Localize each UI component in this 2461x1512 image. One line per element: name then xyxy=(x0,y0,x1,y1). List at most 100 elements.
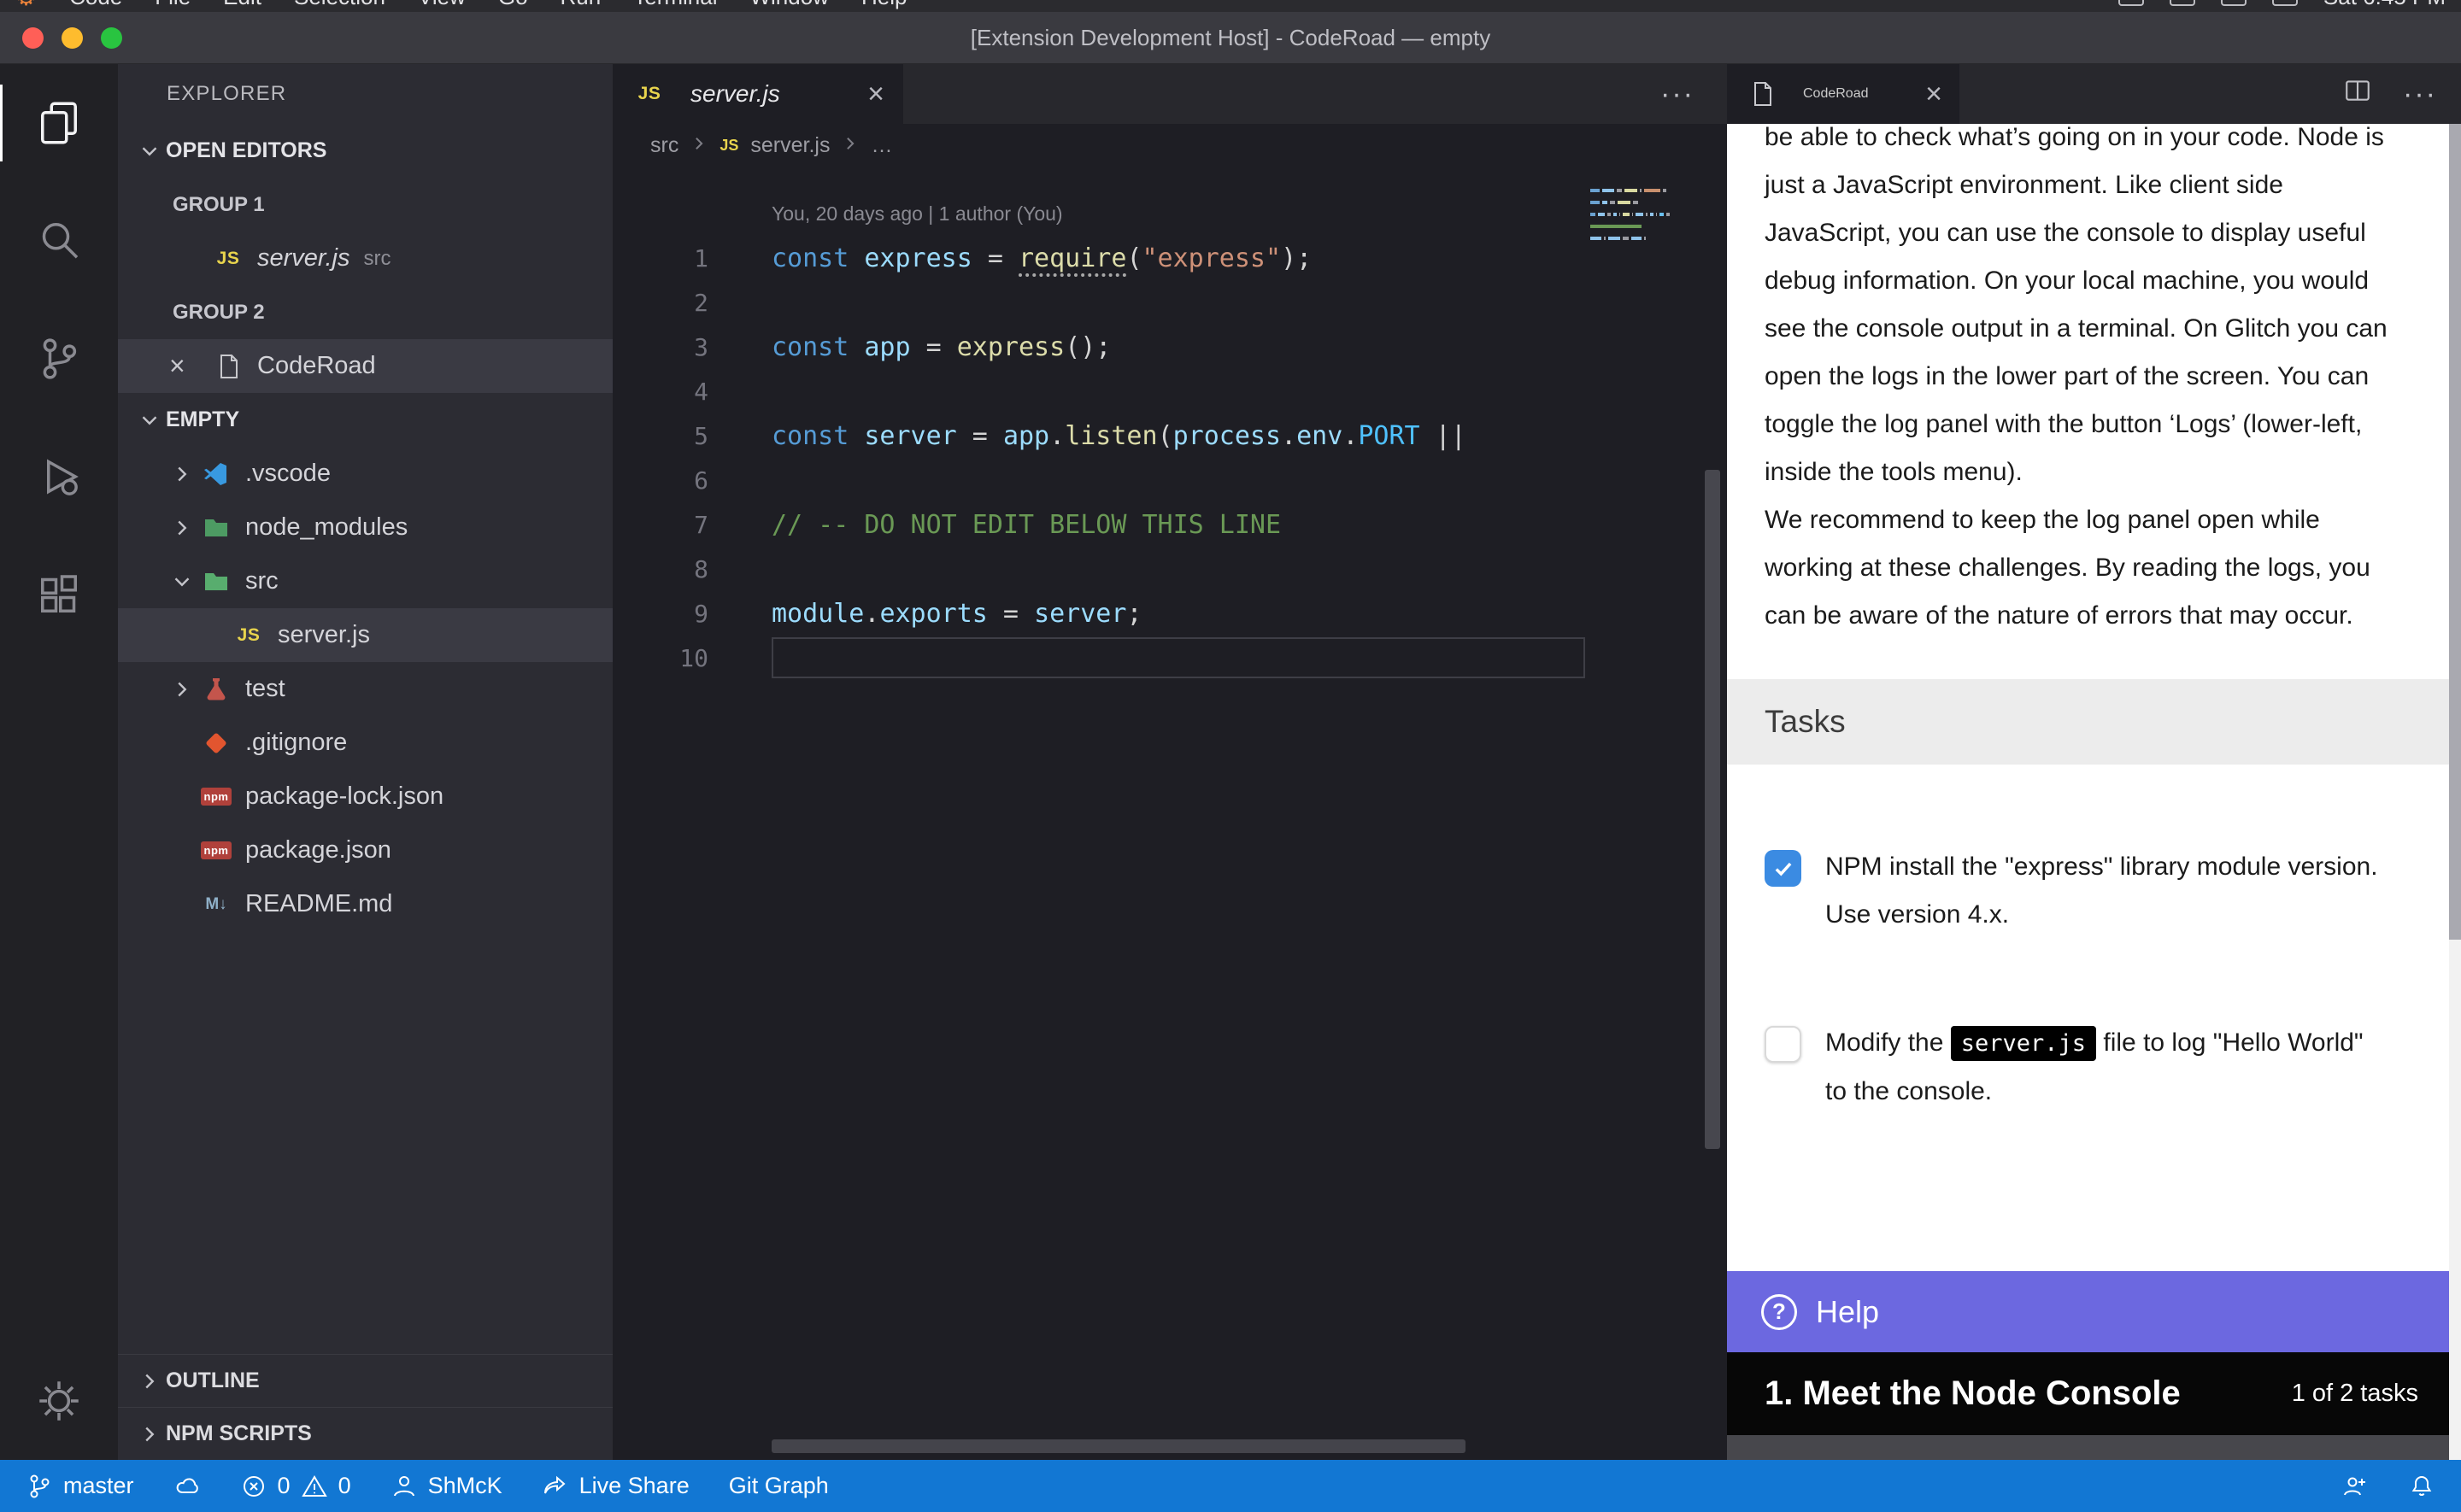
sidebar-item-test[interactable]: test xyxy=(118,662,613,716)
sidebar-item--vscode[interactable]: .vscode xyxy=(118,447,613,501)
menu-item-view[interactable]: View xyxy=(418,0,466,10)
menubar-clock[interactable]: Sat 6:45 PM xyxy=(2323,0,2446,10)
folder-node-icon xyxy=(198,510,234,546)
menu-item-run[interactable]: Run xyxy=(561,0,602,10)
help-button[interactable]: ? Help xyxy=(1727,1271,2449,1352)
lesson-title: 1. Meet the Node Console xyxy=(1765,1374,2181,1413)
sidebar-section-npm-scripts[interactable]: NPM SCRIPTS xyxy=(118,1407,613,1460)
sync-changes-button[interactable] xyxy=(173,1473,201,1500)
menubar-tray-icon[interactable] xyxy=(2272,0,2298,6)
live-share-button[interactable]: Live Share xyxy=(542,1473,690,1500)
code-editor[interactable]: You, 20 days ago | 1 author (You)1const … xyxy=(613,167,1727,1460)
tree-item-label: package.json xyxy=(245,836,391,864)
group-label: GROUP 2 xyxy=(173,301,265,325)
tab-label: CodeRoad xyxy=(1803,86,1869,102)
sidebar-item-package-json[interactable]: npmpackage.json xyxy=(118,823,613,877)
code-text: const server = app.listen(process.env.PO… xyxy=(708,421,1466,451)
sidebar-item-server-js[interactable]: JSserver.jssrc xyxy=(118,231,613,285)
codelens-annotation[interactable]: You, 20 days ago | 1 author (You) xyxy=(613,191,1727,236)
sidebar-item-server-js[interactable]: JSserver.js xyxy=(118,608,613,662)
breadcrumb-symbol[interactable]: … xyxy=(871,133,892,158)
code-line-5[interactable]: 5const server = app.listen(process.env.P… xyxy=(613,413,1727,458)
tab-coderoad[interactable]: CodeRoad × xyxy=(1727,64,1959,124)
close-tab-icon[interactable]: × xyxy=(1925,78,1942,111)
sidebar-item-node-modules[interactable]: node_modules xyxy=(118,501,613,554)
close-editor-icon[interactable]: × xyxy=(169,350,210,382)
task-checkbox[interactable] xyxy=(1765,1026,1801,1063)
horizontal-scrollbar[interactable] xyxy=(772,1439,1465,1453)
menubar-tray-icon[interactable] xyxy=(2170,0,2195,6)
close-tab-icon[interactable]: × xyxy=(867,78,884,111)
menu-item-file[interactable]: File xyxy=(155,0,191,10)
sidebar-item-readme-md[interactable]: M↓README.md xyxy=(118,877,613,931)
menu-item-edit[interactable]: Edit xyxy=(223,0,261,10)
share-arrow-icon xyxy=(542,1473,569,1500)
code-line-9[interactable]: 9module.exports = server; xyxy=(613,591,1727,636)
minimize-window-button[interactable] xyxy=(62,27,83,49)
code-line-1[interactable]: 1const express = require("express"); xyxy=(613,236,1727,280)
minimap-line xyxy=(1590,199,1672,205)
sidebar-item-package-lock-json[interactable]: npmpackage-lock.json xyxy=(118,770,613,823)
code-line-2[interactable]: 2 xyxy=(613,280,1727,325)
explorer-icon[interactable] xyxy=(0,64,118,182)
code-token: || xyxy=(1420,421,1466,451)
task-list: NPM install the "express" library module… xyxy=(1765,843,2415,1116)
sidebar-item--gitignore[interactable]: .gitignore xyxy=(118,716,613,770)
more-actions-icon[interactable]: ··· xyxy=(1660,78,1695,111)
sidebar-item-empty[interactable]: EMPTY xyxy=(118,393,613,447)
code-line-7[interactable]: 7// -- DO NOT EDIT BELOW THIS LINE xyxy=(613,502,1727,547)
extensions-icon[interactable] xyxy=(0,536,118,653)
code-token: . xyxy=(1342,421,1358,451)
vertical-scrollbar[interactable] xyxy=(1705,470,1720,1149)
git-branch-icon xyxy=(26,1473,53,1500)
menubar-tray-icon[interactable] xyxy=(2118,0,2144,6)
tab-server-js[interactable]: JS server.js × xyxy=(613,64,903,124)
sidebar-item-src[interactable]: src xyxy=(118,554,613,608)
menu-item-window[interactable]: Window xyxy=(749,0,828,10)
branch-indicator[interactable]: master xyxy=(26,1473,134,1500)
account-status-item[interactable]: ShMcK xyxy=(391,1473,502,1500)
lesson-footer[interactable]: 1. Meet the Node Console 1 of 2 tasks xyxy=(1727,1352,2449,1435)
search-icon[interactable] xyxy=(0,182,118,300)
code-token: const xyxy=(772,421,849,451)
code-line-6[interactable]: 6 xyxy=(613,458,1727,502)
code-line-3[interactable]: 3const app = express(); xyxy=(613,325,1727,369)
more-actions-icon[interactable]: ··· xyxy=(2403,78,2437,111)
sidebar-item-group-1[interactable]: GROUP 1 xyxy=(118,178,613,231)
breadcrumb-folder[interactable]: src xyxy=(650,133,678,158)
menu-item-selection[interactable]: Selection xyxy=(294,0,385,10)
code-line-8[interactable]: 8 xyxy=(613,547,1727,591)
js-file-icon: JS xyxy=(631,76,667,112)
webview-scrollbar[interactable] xyxy=(2449,124,2461,1460)
sidebar-item-open-editors[interactable]: OPEN EDITORS xyxy=(118,124,613,178)
close-window-button[interactable] xyxy=(22,27,44,49)
run-debug-icon[interactable] xyxy=(0,418,118,536)
sidebar-item-group-2[interactable]: GROUP 2 xyxy=(118,285,613,339)
git-graph-button[interactable]: Git Graph xyxy=(729,1473,829,1499)
code-line-4[interactable]: 4 xyxy=(613,369,1727,413)
code-token: ; xyxy=(1126,599,1142,629)
settings-gear-icon[interactable] xyxy=(0,1342,118,1460)
split-editor-icon[interactable] xyxy=(2343,76,2372,113)
breadcrumb-file[interactable]: server.js xyxy=(750,133,830,158)
minimap-line xyxy=(1590,187,1672,193)
menu-item-go[interactable]: Go xyxy=(498,0,528,10)
menu-item-terminal[interactable]: Terminal xyxy=(633,0,717,10)
minimap-token xyxy=(1607,213,1611,216)
source-control-icon[interactable] xyxy=(0,300,118,418)
notifications-bell-icon[interactable] xyxy=(2408,1473,2435,1500)
task-checkbox[interactable] xyxy=(1765,850,1801,887)
live-share-contacts-icon[interactable] xyxy=(2341,1473,2369,1500)
sidebar-section-outline[interactable]: OUTLINE xyxy=(118,1354,613,1407)
webview-scrollbar-thumb[interactable] xyxy=(2449,124,2461,940)
zoom-window-button[interactable] xyxy=(101,27,122,49)
sidebar-item-coderoad[interactable]: ×CodeRoad xyxy=(118,339,613,393)
minimap[interactable] xyxy=(1590,187,1672,247)
code-token: . xyxy=(864,599,879,629)
problems-indicator[interactable]: 0 0 xyxy=(240,1473,351,1500)
menubar-tray-icon[interactable] xyxy=(2221,0,2247,6)
code-line-10[interactable]: 10 xyxy=(613,636,1727,680)
menu-item-help[interactable]: Help xyxy=(861,0,907,10)
tutorial-paragraphs: be able to check what’s going on in your… xyxy=(1765,124,2415,640)
menu-item-code[interactable]: Code xyxy=(69,0,122,10)
